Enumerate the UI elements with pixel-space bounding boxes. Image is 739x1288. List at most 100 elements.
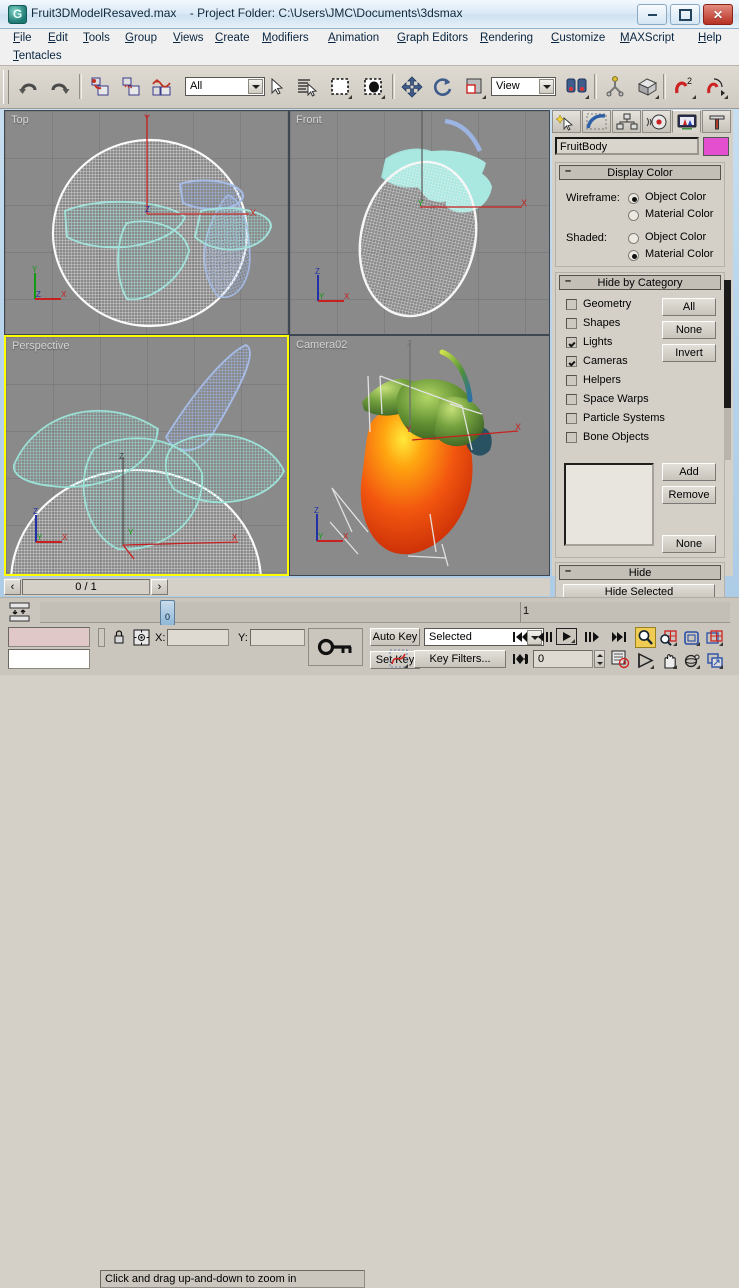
use-center-button[interactable] xyxy=(562,72,591,101)
key-filters-button[interactable]: Key Filters... xyxy=(414,650,506,668)
absolute-relative-transform-button[interactable] xyxy=(132,628,151,647)
menu-item-maxscript[interactable]: MAXScript xyxy=(617,31,677,45)
checkbox-cameras[interactable] xyxy=(566,355,577,367)
menu-item-animation[interactable]: Animation xyxy=(325,31,382,45)
create-tab[interactable] xyxy=(552,110,581,133)
checkbox-shapes[interactable] xyxy=(566,317,577,329)
select-object-button[interactable] xyxy=(262,72,291,101)
y-coordinate-field[interactable] xyxy=(250,629,305,646)
toolbar-grip[interactable] xyxy=(3,70,9,104)
next-frame-arrow[interactable]: › xyxy=(151,579,168,595)
previous-frame-arrow[interactable]: ‹ xyxy=(4,579,21,595)
checkbox-geometry[interactable] xyxy=(566,298,577,310)
open-mini-curve-editor-button[interactable] xyxy=(8,601,32,623)
time-configuration-button[interactable] xyxy=(610,649,630,669)
minimize-button[interactable] xyxy=(637,4,667,25)
undo-button[interactable] xyxy=(14,72,43,101)
zoom-extents-all-button[interactable] xyxy=(704,627,725,648)
menu-item-rendering[interactable]: Rendering xyxy=(477,31,536,45)
command-panel-scrollbar[interactable] xyxy=(724,280,731,460)
zoom-extents-button[interactable] xyxy=(681,627,702,648)
viewport-top[interactable]: Top Z X Y Y X Z xyxy=(4,110,289,335)
next-frame-button[interactable] xyxy=(581,628,602,645)
hide-object-listbox[interactable] xyxy=(564,463,654,546)
maximize-button[interactable] xyxy=(670,4,700,25)
current-frame-field[interactable]: 0 xyxy=(533,650,593,668)
close-button[interactable]: ✕ xyxy=(703,4,733,25)
hide-by-category-header[interactable]: – Hide by Category xyxy=(559,275,721,290)
select-and-manipulate-button[interactable] xyxy=(600,72,629,101)
select-and-rotate-button[interactable] xyxy=(428,72,457,101)
none-object-button[interactable]: None xyxy=(662,535,716,553)
object-name-field[interactable]: FruitBody xyxy=(555,137,699,155)
orbit-button[interactable] xyxy=(681,650,702,671)
hide-category-row[interactable]: Space Warps xyxy=(566,393,649,408)
select-and-link-button[interactable] xyxy=(85,72,114,101)
hide-category-row[interactable]: Lights xyxy=(566,336,612,351)
display-tab[interactable] xyxy=(672,110,701,133)
modify-tab[interactable] xyxy=(582,110,611,133)
shaded-material-color-radio[interactable] xyxy=(628,250,639,261)
wireframe-material-color-radio[interactable] xyxy=(628,210,639,221)
play-animation-button[interactable] xyxy=(556,628,577,645)
chevron-down-icon[interactable] xyxy=(248,79,263,94)
checkbox-space-warps[interactable] xyxy=(566,393,577,405)
bind-to-space-warp-button[interactable] xyxy=(147,72,176,101)
menu-item-tools[interactable]: Tools xyxy=(80,31,113,45)
menu-item-group[interactable]: Group xyxy=(122,31,160,45)
window-crossing-button[interactable] xyxy=(358,72,387,101)
menu-item-views[interactable]: Views xyxy=(170,31,206,45)
menu-item-modifiers[interactable]: Modifiers xyxy=(259,31,312,45)
hide-category-row[interactable]: Bone Objects xyxy=(566,431,649,446)
menu-item-file[interactable]: File xyxy=(10,31,35,45)
field-of-view-button[interactable] xyxy=(635,650,656,671)
remove-object-button[interactable]: Remove xyxy=(662,486,716,504)
selection-filter-dropdown[interactable]: All xyxy=(185,77,265,96)
goto-end-button[interactable] xyxy=(608,628,629,645)
goto-start-button[interactable] xyxy=(509,628,530,645)
add-object-button[interactable]: Add xyxy=(662,463,716,481)
display-color-header[interactable]: – Display Color xyxy=(559,165,721,180)
object-color-swatch[interactable] xyxy=(703,137,729,156)
zoom-all-button[interactable] xyxy=(658,627,679,648)
motion-tab[interactable] xyxy=(642,110,671,133)
set-key-filters-curve-button[interactable] xyxy=(389,649,409,669)
maximize-viewport-toggle-button[interactable] xyxy=(704,650,725,671)
checkbox-helpers[interactable] xyxy=(566,374,577,386)
percent-snap-toggle-button[interactable] xyxy=(701,72,730,101)
hierarchy-tab[interactable] xyxy=(612,110,641,133)
rectangular-selection-region-button[interactable] xyxy=(325,72,354,101)
hide-category-row[interactable]: Cameras xyxy=(566,355,628,370)
current-frame-spinner[interactable] xyxy=(594,650,605,668)
hide-category-row[interactable]: Helpers xyxy=(566,374,621,389)
checkbox-bone-objects[interactable] xyxy=(566,431,577,443)
snaps-toggle-button[interactable] xyxy=(632,72,661,101)
selection-lock-button[interactable] xyxy=(110,628,128,647)
x-coordinate-field[interactable] xyxy=(167,629,229,646)
none-category-button[interactable]: None xyxy=(662,321,716,339)
angle-snap-toggle-button[interactable]: 2 xyxy=(669,72,698,101)
viewport-perspective[interactable]: Perspective Z Y X Z X Y xyxy=(4,335,289,576)
frame-counter-field[interactable]: 0 / 1 xyxy=(22,579,150,595)
previous-frame-button[interactable] xyxy=(534,628,555,645)
checkbox-lights[interactable] xyxy=(566,336,577,348)
select-and-move-button[interactable] xyxy=(397,72,426,101)
menu-item-graph-editors[interactable]: Graph Editors xyxy=(394,31,471,45)
selection-lock-toggle[interactable] xyxy=(98,628,105,647)
all-category-button[interactable]: All xyxy=(662,298,716,316)
auto-key-button[interactable]: Auto Key xyxy=(370,628,420,646)
key-mode-toggle-button[interactable] xyxy=(308,628,363,666)
zoom-button[interactable] xyxy=(635,627,656,648)
utilities-tab[interactable] xyxy=(702,110,731,133)
time-slider-handle[interactable]: 0 xyxy=(160,600,175,626)
redo-button[interactable] xyxy=(45,72,74,101)
invert-category-button[interactable]: Invert xyxy=(662,344,716,362)
hide-category-row[interactable]: Geometry xyxy=(566,298,631,313)
reference-coordinate-system-dropdown[interactable]: View xyxy=(491,77,556,96)
menu-item-edit[interactable]: Edit xyxy=(45,31,71,45)
viewport-front[interactable]: Front Y X Z X Y xyxy=(289,110,550,335)
pan-view-button[interactable] xyxy=(658,650,679,671)
shaded-object-color-radio[interactable] xyxy=(628,233,639,244)
checkbox-particle-systems[interactable] xyxy=(566,412,577,424)
menu-item-create[interactable]: Create xyxy=(212,31,253,45)
